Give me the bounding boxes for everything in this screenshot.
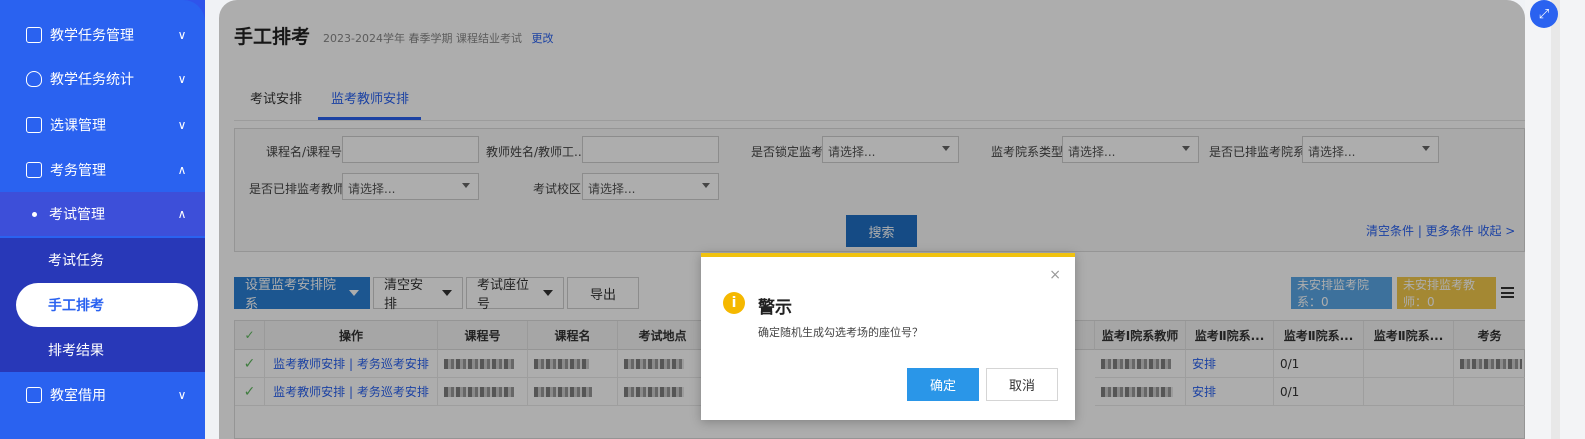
sidebar-item-label: 考试管理	[49, 207, 105, 223]
chevron-down-icon: ∨	[177, 118, 187, 132]
scrollbar[interactable]	[1551, 0, 1560, 439]
document-icon	[26, 27, 42, 43]
app-root: 教学任务管理 ∨ 教学任务统计 ∨ 选课管理 ∨ 考务管理 ∧ 考试管理 ∧ 考…	[0, 0, 1585, 439]
shield-icon	[26, 71, 42, 87]
sidebar-subitem-manual-scheduling[interactable]: 手工排考	[16, 283, 198, 327]
sidebar-item-label: 考务管理	[50, 163, 106, 179]
book-icon	[26, 387, 42, 403]
warning-dialog: × i 警示 确定随机生成勾选考场的座位号？ 确定 取消	[701, 253, 1075, 420]
dialog-title: 警示	[758, 298, 792, 318]
sidebar-item-label: 教室借用	[50, 388, 106, 404]
chevron-up-icon: ∧	[177, 163, 187, 177]
chevron-down-icon: ∨	[177, 72, 187, 86]
sidebar-item-exam-mgmt[interactable]: 考试管理 ∧	[0, 192, 205, 236]
sidebar-item-course-selection[interactable]: 选课管理 ∨	[0, 103, 205, 147]
sidebar-item-label: 教学任务统计	[50, 72, 134, 88]
sidebar-item-classroom-borrow[interactable]: 教室借用 ∨	[0, 373, 205, 417]
submenu-block: 考试任务 手工排考 排考结果	[0, 238, 205, 372]
sidebar: 教学任务管理 ∨ 教学任务统计 ∨ 选课管理 ∨ 考务管理 ∧ 考试管理 ∧ 考…	[0, 0, 205, 439]
sidebar-item-label: 教学任务管理	[50, 28, 134, 44]
sidebar-item-teaching-task-stats[interactable]: 教学任务统计 ∨	[0, 57, 205, 101]
bullet-dot-icon	[32, 211, 37, 217]
fullscreen-icon[interactable]: ⤢	[1530, 0, 1558, 28]
warning-icon: i	[723, 292, 745, 314]
close-icon[interactable]: ×	[1049, 267, 1061, 283]
monitor-icon	[26, 162, 42, 178]
dialog-message: 确定随机生成勾选考场的座位号？	[758, 326, 923, 339]
chevron-down-icon: ∨	[177, 28, 187, 42]
edit-doc-icon	[26, 117, 42, 133]
cancel-button[interactable]: 取消	[986, 368, 1058, 401]
sidebar-subitem-schedule-result[interactable]: 排考结果	[0, 328, 205, 372]
sidebar-panel: 教学任务管理 ∨ 教学任务统计 ∨ 选课管理 ∨ 考务管理 ∧ 考试管理 ∧ 考…	[0, 0, 205, 439]
sidebar-item-exam-affairs[interactable]: 考务管理 ∧	[0, 148, 205, 192]
sidebar-item-teaching-task-mgmt[interactable]: 教学任务管理 ∨	[0, 13, 205, 57]
chevron-down-icon: ∨	[177, 388, 187, 402]
confirm-button[interactable]: 确定	[907, 368, 979, 401]
chevron-up-icon: ∧	[177, 207, 187, 221]
sidebar-item-label: 选课管理	[50, 118, 106, 134]
sidebar-subitem-exam-task[interactable]: 考试任务	[0, 238, 205, 282]
